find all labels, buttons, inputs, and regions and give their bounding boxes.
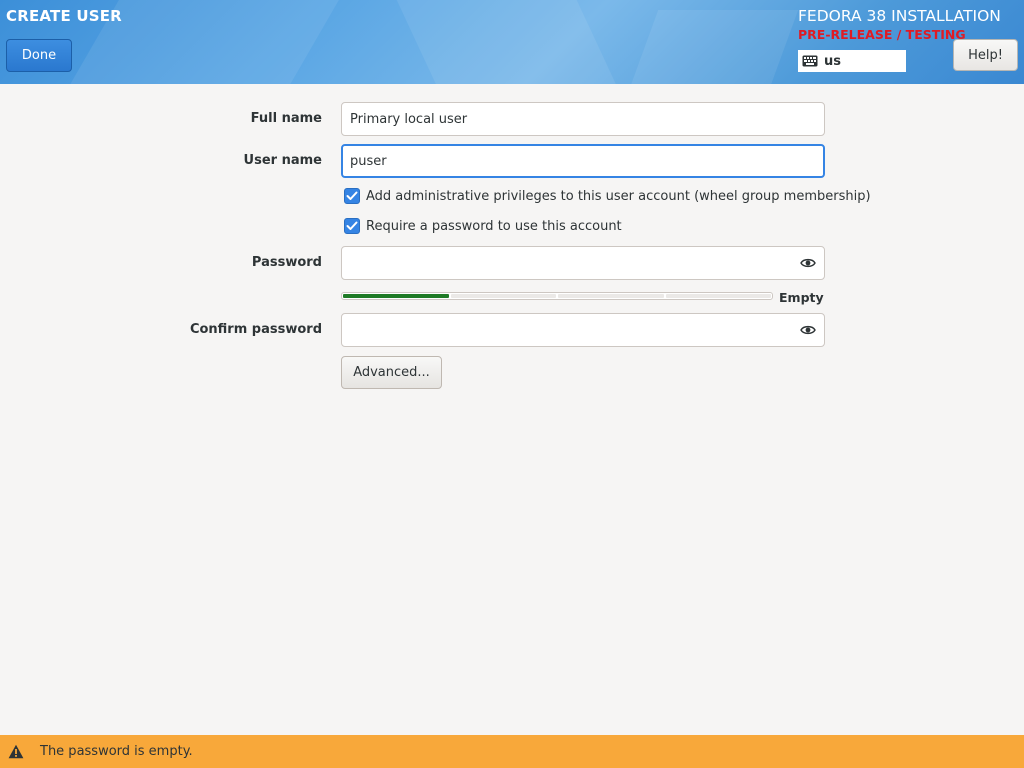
password-label: Password <box>251 255 322 270</box>
header-facet <box>621 10 799 84</box>
admin-privileges-checkbox[interactable]: Add administrative privileges to this us… <box>344 188 871 204</box>
confirm-password-label: Confirm password <box>189 322 322 337</box>
keyboard-layout-indicator[interactable]: us <box>798 50 906 72</box>
product-title: FEDORA 38 INSTALLATION <box>798 7 1001 25</box>
help-button[interactable]: Help! <box>953 39 1018 71</box>
strength-segment <box>665 294 771 298</box>
done-button[interactable]: Done <box>6 39 72 72</box>
user-name-value: puser <box>350 153 387 169</box>
user-name-label: User name <box>243 153 322 168</box>
warning-status-bar[interactable]: The password is empty. <box>0 735 1024 768</box>
checkbox-checked-icon[interactable] <box>344 188 360 204</box>
full-name-label: Full name <box>250 111 322 126</box>
confirm-password-field[interactable] <box>341 313 825 347</box>
require-password-label: Require a password to use this account <box>366 218 622 234</box>
eye-icon[interactable] <box>800 323 816 337</box>
strength-segment <box>450 294 556 298</box>
admin-privileges-label: Add administrative privileges to this us… <box>366 188 871 204</box>
eye-icon[interactable] <box>800 256 816 270</box>
full-name-field[interactable]: Primary local user <box>341 102 825 136</box>
user-name-field[interactable]: puser <box>341 144 825 178</box>
full-name-value: Primary local user <box>350 111 468 127</box>
header-facet <box>392 0 628 84</box>
keyboard-layout-label: us <box>824 53 841 69</box>
password-field[interactable] <box>341 246 825 280</box>
password-strength-label: Empty <box>779 290 824 305</box>
strength-segment <box>558 294 664 298</box>
keyboard-icon <box>802 55 818 67</box>
page-title: CREATE USER <box>6 7 122 25</box>
advanced-button[interactable]: Advanced... <box>341 356 442 389</box>
checkbox-checked-icon[interactable] <box>344 218 360 234</box>
warning-icon <box>8 744 24 759</box>
strength-segment <box>343 294 449 298</box>
require-password-checkbox[interactable]: Require a password to use this account <box>344 218 622 234</box>
status-message: The password is empty. <box>40 744 193 759</box>
password-strength-meter <box>341 292 773 300</box>
prerelease-label: PRE-RELEASE / TESTING <box>798 27 966 42</box>
header-bar: CREATE USER Done FEDORA 38 INSTALLATION … <box>0 0 1024 84</box>
